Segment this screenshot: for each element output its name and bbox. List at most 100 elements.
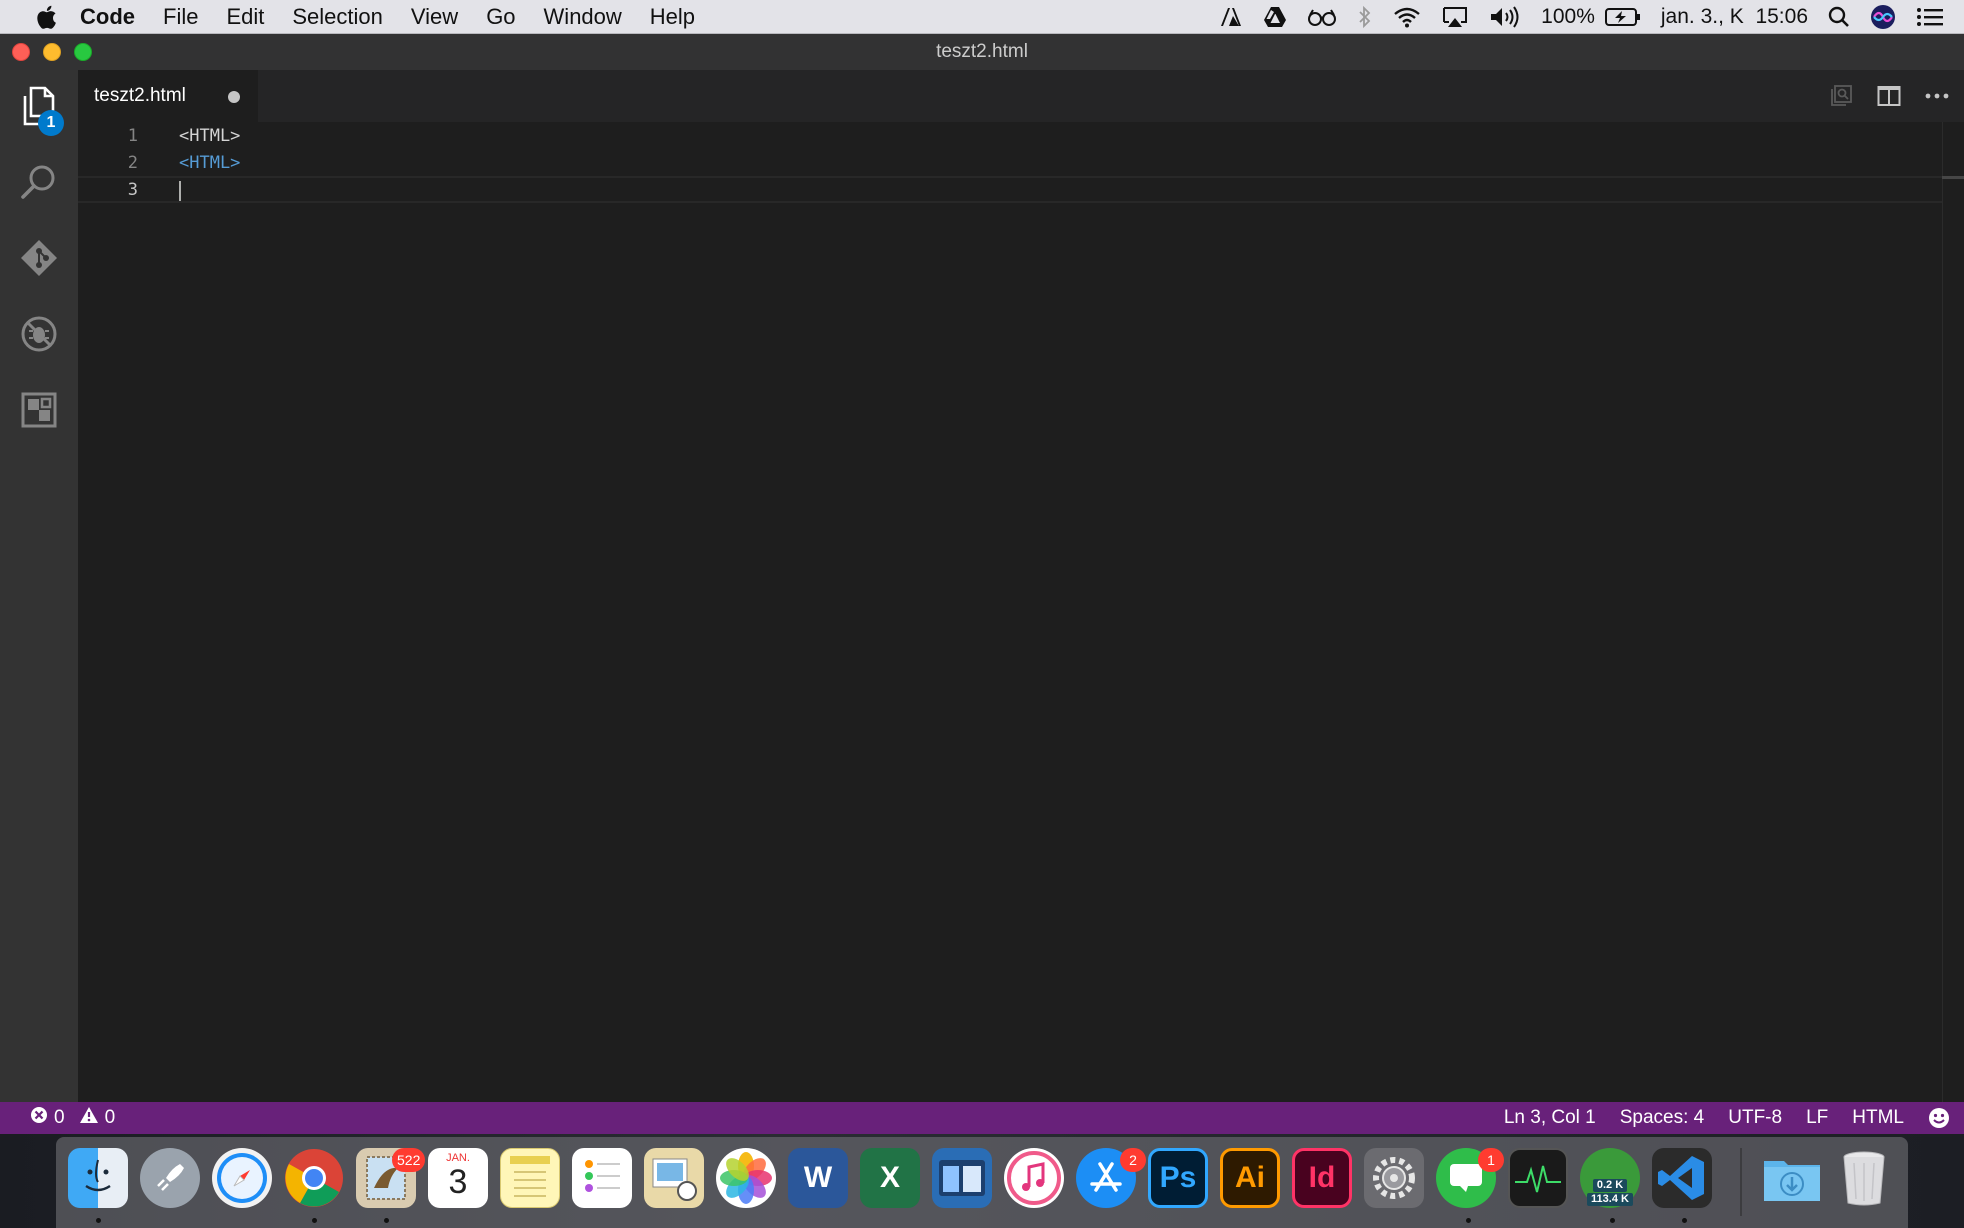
open-preview-icon[interactable] (1828, 83, 1854, 109)
cursor-position[interactable]: Ln 3, Col 1 (1504, 1107, 1596, 1129)
running-indicator (1682, 1218, 1687, 1223)
menu-selection[interactable]: Selection (278, 0, 397, 34)
source-control-activity[interactable] (0, 222, 78, 298)
activity-bar: 1 (0, 70, 78, 1102)
line-number: 3 (127, 179, 138, 200)
running-indicator (384, 1218, 389, 1223)
explorer-badge: 1 (38, 110, 64, 136)
editor-scrollbar[interactable] (1942, 122, 1964, 1102)
editor-line-current[interactable]: 3 (78, 176, 1942, 203)
menubar-clock[interactable]: jan. 3., K 15:06 (1651, 0, 1818, 34)
system-preferences-icon[interactable] (1364, 1148, 1424, 1208)
messages-badge: 1 (1478, 1148, 1504, 1172)
menu-view[interactable]: View (397, 0, 472, 34)
illustrator-label: Ai (1235, 1161, 1265, 1194)
debug-activity[interactable] (0, 298, 78, 374)
extensions-activity[interactable] (0, 374, 78, 450)
indesign-icon[interactable]: Id (1292, 1148, 1352, 1208)
end-of-line[interactable]: LF (1806, 1107, 1828, 1129)
window-title-bar[interactable]: teszt2.html (0, 34, 1964, 70)
editor-tab-bar: teszt2.html (78, 70, 1964, 122)
word-icon[interactable]: W (788, 1148, 848, 1208)
scrollbar-cursor-marker (1942, 176, 1964, 179)
menu-window[interactable]: Window (530, 0, 636, 34)
running-indicator (1610, 1218, 1615, 1223)
downloads-folder-icon[interactable] (1762, 1148, 1822, 1208)
line-text[interactable]: <HTML> (179, 126, 240, 146)
network-download-rate: 113.4 K (1587, 1193, 1633, 1206)
problems-indicator[interactable]: 0 0 (30, 1106, 115, 1130)
line-number: 2 (127, 152, 138, 173)
photoshop-icon[interactable]: Ps (1148, 1148, 1208, 1208)
text-cursor (179, 181, 181, 201)
siri-icon[interactable] (1860, 0, 1906, 34)
apple-menu-icon[interactable] (28, 0, 64, 34)
word-label: W (803, 1161, 833, 1194)
unsaved-dot-icon[interactable] (228, 91, 240, 103)
line-text[interactable]: <HTML> (179, 153, 240, 173)
finder-icon[interactable] (68, 1148, 128, 1208)
reminders-icon[interactable] (572, 1148, 632, 1208)
google-drive-icon[interactable] (1253, 0, 1297, 34)
menu-go[interactable]: Go (472, 0, 529, 34)
notes-icon[interactable] (500, 1148, 560, 1208)
trash-icon[interactable] (1834, 1148, 1894, 1208)
calendar-icon[interactable]: JAN. 3 (428, 1148, 488, 1208)
volume-icon[interactable] (1479, 0, 1531, 34)
tab-teszt2-html[interactable]: teszt2.html (78, 70, 258, 122)
chrome-icon[interactable] (284, 1148, 344, 1208)
adobe-creative-cloud-icon[interactable] (1209, 0, 1253, 34)
language-mode[interactable]: HTML (1852, 1107, 1904, 1129)
network-monitor-icon[interactable]: 0.2 K 113.4 K (1580, 1148, 1640, 1208)
explorer-activity[interactable]: 1 (0, 70, 78, 146)
feedback-smiley-icon[interactable] (1928, 1107, 1950, 1129)
illustrator-icon[interactable]: Ai (1220, 1148, 1280, 1208)
running-indicator (96, 1218, 101, 1223)
app-store-badge: 2 (1120, 1148, 1146, 1172)
code-editor[interactable]: 1 <HTML> 2 <HTML> 3 (78, 122, 1964, 1102)
battery-charging-icon[interactable] (1604, 0, 1651, 34)
excel-icon[interactable]: X (860, 1148, 920, 1208)
warning-count: 0 (104, 1107, 116, 1128)
editor-line[interactable]: 1 <HTML> (78, 122, 1942, 149)
safari-icon[interactable] (212, 1148, 272, 1208)
airplay-icon[interactable] (1431, 0, 1479, 34)
running-indicator (1466, 1218, 1471, 1223)
running-indicator (312, 1218, 317, 1223)
itunes-icon[interactable] (1004, 1148, 1064, 1208)
warning-icon (79, 1106, 99, 1130)
status-bar: 0 0 Ln 3, Col 1 Spaces: 4 UTF-8 LF HTML (0, 1102, 1964, 1134)
menu-file[interactable]: File (149, 0, 212, 34)
calendar-day: 3 (448, 1163, 468, 1201)
file-manager-icon[interactable] (932, 1148, 992, 1208)
indentation-setting[interactable]: Spaces: 4 (1620, 1107, 1705, 1129)
wifi-icon[interactable] (1383, 0, 1431, 34)
network-upload-rate: 0.2 K (1592, 1179, 1628, 1192)
bluetooth-icon[interactable] (1347, 0, 1383, 34)
file-encoding[interactable]: UTF-8 (1728, 1107, 1782, 1129)
activity-monitor-icon[interactable] (1508, 1148, 1568, 1208)
menu-edit[interactable]: Edit (212, 0, 278, 34)
menu-app-name[interactable]: Code (64, 0, 149, 34)
tab-label: teszt2.html (94, 85, 186, 106)
line-number: 1 (127, 125, 138, 146)
macos-menu-bar: Code File Edit Selection View Go Window … (0, 0, 1964, 34)
menu-help[interactable]: Help (636, 0, 709, 34)
spotlight-search-icon[interactable] (1818, 0, 1860, 34)
preview-icon[interactable] (644, 1148, 704, 1208)
battery-percent[interactable]: 100% (1531, 0, 1605, 34)
notification-center-icon[interactable] (1906, 0, 1964, 34)
accessibility-glasses-icon[interactable] (1297, 0, 1347, 34)
vscode-icon[interactable] (1652, 1148, 1712, 1208)
split-editor-icon[interactable] (1876, 83, 1902, 109)
more-actions-icon[interactable] (1924, 83, 1950, 109)
editor-line[interactable]: 2 <HTML> (78, 149, 1942, 176)
git-icon (19, 238, 59, 283)
excel-label: X (879, 1161, 900, 1194)
search-icon (20, 163, 58, 206)
mail-badge: 522 (392, 1148, 426, 1172)
search-activity[interactable] (0, 146, 78, 222)
window-title: teszt2.html (936, 41, 1028, 62)
launchpad-icon[interactable] (140, 1148, 200, 1208)
photos-icon[interactable] (716, 1148, 776, 1208)
